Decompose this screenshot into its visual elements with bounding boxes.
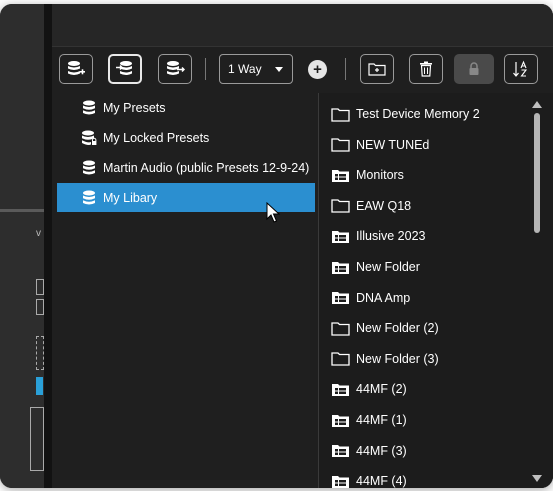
side-panel-selected-indicator: [36, 377, 43, 395]
folder-content-icon: [332, 261, 349, 274]
title-bar: [52, 4, 553, 47]
folder-label: 44MF (1): [356, 413, 407, 427]
database-icon: [83, 190, 95, 204]
side-panel-control[interactable]: [36, 279, 44, 295]
preset-library-label: Martin Audio (public Presets 12-9-24): [103, 160, 310, 175]
side-panel-fragment: v: [36, 228, 41, 239]
folder-label: NEW TUNEd: [356, 137, 430, 152]
folder-item[interactable]: Illusive 2023: [331, 221, 426, 251]
preset-library-label: My Libary: [103, 190, 158, 205]
toolbar-separator: [345, 58, 346, 80]
sync-mode-dropdown[interactable]: 1 Way: [219, 54, 293, 84]
browser-panes: My Presets My Locked Presets Martin Audi…: [52, 93, 553, 488]
mouse-pointer-icon: [266, 202, 281, 223]
preset-library-label: My Presets: [103, 100, 166, 115]
folder-label: DNA Amp: [356, 290, 411, 305]
scroll-up-arrow-icon[interactable]: [532, 101, 542, 108]
database-icon: [83, 160, 95, 174]
sort-button[interactable]: [504, 54, 538, 84]
folder-label: New Folder (3): [356, 351, 439, 366]
lock-icon: [469, 62, 479, 75]
folder-content-icon: [332, 169, 349, 182]
folder-item[interactable]: 44MF (3): [331, 436, 407, 466]
folder-label: Illusive 2023: [356, 229, 426, 244]
database-import-icon: [116, 61, 132, 75]
folder-content-icon: [332, 445, 349, 458]
folder-item[interactable]: Monitors: [331, 160, 404, 190]
delete-button[interactable]: [409, 54, 443, 84]
folder-label: Monitors: [356, 168, 404, 183]
plus-circle-icon: +: [313, 61, 322, 78]
database-icon: [83, 100, 95, 114]
folder-label: 44MF (4): [356, 474, 407, 488]
toolbar: 1 Way +: [52, 52, 553, 86]
folder-plus-icon: [368, 63, 386, 76]
folder-item[interactable]: New Folder: [331, 252, 420, 282]
folder-label: 44MF (3): [356, 443, 407, 458]
side-panel-control[interactable]: [36, 336, 44, 370]
folder-label: EAW Q18: [356, 198, 412, 213]
folder-item[interactable]: DNA Amp: [331, 283, 410, 313]
folder-content-icon: [332, 414, 349, 427]
add-button[interactable]: +: [308, 60, 327, 79]
folder-item[interactable]: New Folder (2): [331, 313, 439, 343]
panel-separator: [44, 4, 52, 488]
folder-empty-icon: [331, 352, 350, 366]
database-plus-icon: [68, 61, 85, 75]
side-panel: v: [0, 4, 44, 488]
database-lock-icon: [82, 130, 97, 145]
folder-label: 44MF (2): [356, 382, 407, 397]
import-database-button[interactable]: [108, 54, 142, 84]
scroll-down-arrow-icon[interactable]: [532, 475, 542, 482]
preset-library-item[interactable]: My Locked Presets: [57, 123, 315, 152]
export-database-button[interactable]: [158, 54, 192, 84]
preset-library-list: My Presets My Locked Presets Martin Audi…: [52, 93, 318, 488]
chevron-down-icon: [275, 67, 283, 72]
folder-item[interactable]: 44MF (2): [331, 374, 407, 404]
folder-item[interactable]: EAW Q18: [331, 191, 411, 221]
sync-mode-value: 1 Way: [228, 62, 262, 76]
database-export-icon: [167, 61, 185, 75]
add-database-button[interactable]: [59, 54, 93, 84]
folder-item[interactable]: New Folder (3): [331, 344, 439, 374]
library-browser: 1 Way + My Presets My Locked Presets Mar…: [52, 4, 553, 488]
preset-library-label: My Locked Presets: [103, 130, 210, 145]
app-window: v 1 Way + My Presets My Locked Presets M…: [0, 4, 553, 488]
folder-label: Test Device Memory 2: [356, 107, 480, 121]
sort-az-icon: [513, 60, 528, 77]
folder-list: Test Device Memory 2 NEW TUNEd Monitors EAW…: [319, 93, 553, 488]
folder-label: New Folder: [356, 260, 420, 274]
new-folder-button[interactable]: [360, 54, 394, 84]
side-panel-control[interactable]: [36, 299, 44, 315]
folder-item[interactable]: 44MF (4): [331, 466, 407, 488]
preset-library-item[interactable]: Martin Audio (public Presets 12-9-24): [57, 153, 315, 182]
trash-icon: [420, 61, 432, 77]
folder-empty-icon: [331, 199, 350, 213]
folder-empty-icon: [331, 107, 350, 122]
folder-item[interactable]: NEW TUNEd: [331, 130, 429, 160]
folder-content-icon: [332, 230, 349, 243]
folder-item[interactable]: Test Device Memory 2: [331, 99, 480, 129]
folder-content-icon: [332, 292, 349, 305]
side-panel-field[interactable]: [30, 407, 44, 471]
folder-item[interactable]: 44MF (1): [331, 405, 407, 435]
side-panel-divider: [0, 209, 44, 212]
lock-button[interactable]: [454, 54, 494, 84]
preset-library-item[interactable]: My Presets: [57, 93, 315, 122]
folder-label: New Folder (2): [356, 321, 439, 336]
toolbar-separator: [205, 58, 206, 80]
folder-empty-icon: [331, 322, 350, 336]
folder-empty-icon: [331, 138, 350, 152]
scrollbar-thumb[interactable]: [534, 113, 540, 233]
folder-content-icon: [332, 383, 349, 396]
folder-content-icon: [332, 475, 349, 488]
